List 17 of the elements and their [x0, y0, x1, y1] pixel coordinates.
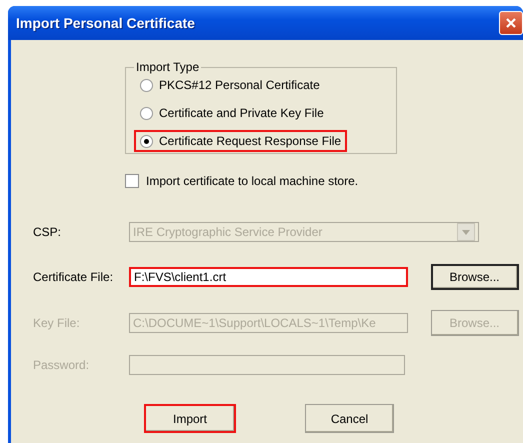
dropdown-arrow-icon	[462, 230, 470, 234]
radio-option[interactable]: Certificate and Private Key File	[134, 102, 330, 124]
group-label: Import Type	[135, 60, 200, 74]
field-label: Certificate File:	[33, 270, 114, 284]
radio-option[interactable]: PKCS#12 Personal Certificate	[134, 74, 326, 96]
field-label: Key File:	[33, 316, 81, 330]
cancel-button[interactable]: Cancel	[305, 404, 394, 433]
field-label: CSP:	[33, 225, 62, 239]
close-icon	[505, 17, 517, 29]
local-store-checkbox[interactable]: Import certificate to local machine store.	[125, 174, 523, 188]
radio-option[interactable]: Certificate Request Response File	[134, 130, 348, 152]
browse-button[interactable]: Browse...	[430, 264, 518, 290]
close-button[interactable]	[499, 11, 523, 35]
import-button[interactable]: Import	[144, 404, 236, 433]
input-field[interactable]: F:\FVS\client1.crt	[129, 267, 408, 287]
field-label: Password:	[33, 358, 90, 372]
window-title: Import Personal Certificate	[16, 15, 195, 31]
